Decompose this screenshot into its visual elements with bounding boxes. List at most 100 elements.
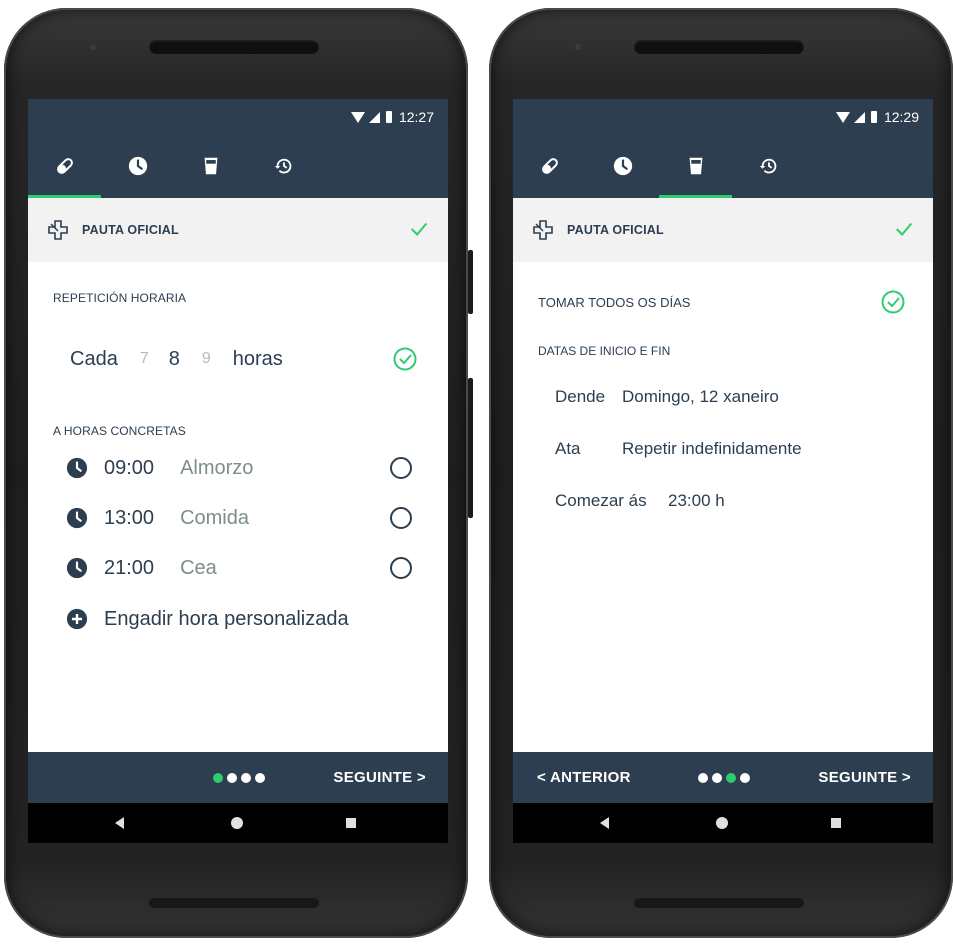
page-dot bbox=[227, 773, 237, 783]
back-icon[interactable] bbox=[600, 817, 609, 829]
page-indicator bbox=[213, 773, 265, 783]
home-icon[interactable] bbox=[231, 817, 243, 829]
time-row[interactable]: 21:00 Cea bbox=[66, 552, 412, 584]
clock-icon bbox=[66, 507, 88, 529]
comezar-value[interactable]: 23:00 h bbox=[668, 491, 725, 511]
time-radio[interactable] bbox=[390, 557, 412, 579]
tab-history[interactable] bbox=[247, 133, 320, 198]
system-nav-bar bbox=[28, 803, 448, 843]
pauta-oficial-row[interactable]: PAUTA OFICIAL bbox=[513, 198, 933, 262]
page-dot bbox=[726, 773, 736, 783]
previous-button[interactable]: < ANTERIOR bbox=[537, 769, 631, 786]
interval-selected-value[interactable]: 8 bbox=[169, 348, 180, 371]
bottom-nav: SEGUINTE > bbox=[28, 752, 448, 803]
time-label: Cea bbox=[180, 556, 217, 579]
time-radio[interactable] bbox=[390, 507, 412, 529]
signal-icon bbox=[368, 111, 380, 123]
time-label: Almorzo bbox=[180, 456, 254, 479]
time-value: 09:00 bbox=[104, 456, 155, 479]
volume-button bbox=[468, 378, 473, 518]
page-dot bbox=[255, 773, 265, 783]
clock-icon bbox=[613, 156, 632, 175]
tab-bar bbox=[513, 133, 933, 198]
ata-value[interactable]: Repetir indefinidamente bbox=[622, 439, 802, 459]
hour-interval-picker[interactable]: Cada 7 8 9 horas bbox=[70, 341, 418, 377]
time-label: Comida bbox=[180, 506, 249, 529]
dende-value[interactable]: Domingo, 12 xaneiro bbox=[622, 387, 779, 407]
page-indicator bbox=[698, 773, 750, 783]
tab-schedule[interactable] bbox=[101, 133, 174, 198]
earpiece-speaker bbox=[149, 40, 319, 54]
clock-icon bbox=[66, 557, 88, 579]
status-bar: 12:27 bbox=[28, 99, 448, 133]
add-custom-time-label: Engadir hora personalizada bbox=[104, 607, 349, 630]
page-dot bbox=[213, 773, 223, 783]
bottom-speaker bbox=[149, 898, 319, 908]
next-button[interactable]: SEGUINTE > bbox=[818, 769, 911, 786]
home-icon[interactable] bbox=[716, 817, 728, 829]
tomar-todos-label[interactable]: TOMAR TODOS OS DÍAS bbox=[538, 295, 690, 310]
time-row[interactable]: 13:00 Comida bbox=[66, 502, 412, 534]
interval-next-option[interactable]: 9 bbox=[202, 350, 211, 368]
tab-medication[interactable] bbox=[513, 133, 586, 198]
check-circle-icon[interactable] bbox=[392, 346, 418, 372]
power-button bbox=[468, 250, 473, 314]
horas-label: horas bbox=[232, 347, 283, 370]
system-nav-bar bbox=[513, 803, 933, 843]
check-circle-icon[interactable] bbox=[880, 289, 906, 315]
page-dot bbox=[698, 773, 708, 783]
phone-frame-left: 12:27 PAUTA OFICIAL REPETICIÓN HORARIA C… bbox=[4, 8, 468, 938]
status-time: 12:27 bbox=[398, 109, 434, 125]
tab-bar bbox=[28, 133, 448, 198]
front-camera bbox=[575, 44, 581, 50]
concretas-title: A HORAS CONCRETAS bbox=[53, 424, 186, 438]
pauta-label: PAUTA OFICIAL bbox=[82, 223, 179, 237]
medical-cross-icon bbox=[533, 220, 553, 240]
tab-dose[interactable] bbox=[659, 133, 732, 198]
pill-icon bbox=[541, 157, 558, 174]
screen-dates: 12:29 PAUTA OFICIAL TOMAR TODOS OS DÍAS bbox=[513, 99, 933, 843]
clock-icon bbox=[66, 457, 88, 479]
tab-medication[interactable] bbox=[28, 133, 101, 198]
page-dot bbox=[712, 773, 722, 783]
history-icon bbox=[759, 158, 776, 173]
screen-frequency: 12:27 PAUTA OFICIAL REPETICIÓN HORARIA C… bbox=[28, 99, 448, 843]
pauta-label: PAUTA OFICIAL bbox=[567, 223, 664, 237]
plus-icon bbox=[66, 608, 88, 630]
add-custom-time-button[interactable]: Engadir hora personalizada bbox=[66, 603, 349, 635]
wifi-icon bbox=[350, 111, 365, 123]
wifi-icon bbox=[835, 111, 850, 123]
time-row[interactable]: 09:00 Almorzo bbox=[66, 452, 412, 484]
comezar-label: Comezar ás bbox=[555, 491, 647, 510]
clock-icon bbox=[128, 156, 147, 175]
front-camera bbox=[90, 44, 96, 50]
medical-cross-icon bbox=[48, 220, 68, 240]
pill-icon bbox=[56, 157, 73, 174]
dende-label: Dende bbox=[555, 387, 606, 406]
back-icon[interactable] bbox=[115, 817, 124, 829]
bottom-speaker bbox=[634, 898, 804, 908]
pauta-oficial-row[interactable]: PAUTA OFICIAL bbox=[28, 198, 448, 262]
glass-icon bbox=[689, 157, 702, 174]
next-button[interactable]: SEGUINTE > bbox=[333, 769, 426, 786]
glass-icon bbox=[204, 157, 217, 174]
recents-icon[interactable] bbox=[346, 818, 356, 828]
status-time: 12:29 bbox=[883, 109, 919, 125]
cada-label: Cada bbox=[70, 347, 118, 370]
time-radio[interactable] bbox=[390, 457, 412, 479]
time-value: 21:00 bbox=[104, 556, 155, 579]
battery-icon bbox=[385, 111, 392, 123]
tab-schedule[interactable] bbox=[586, 133, 659, 198]
tab-history[interactable] bbox=[732, 133, 805, 198]
recents-icon[interactable] bbox=[831, 818, 841, 828]
interval-prev-option[interactable]: 7 bbox=[140, 350, 149, 368]
check-icon bbox=[410, 222, 428, 236]
signal-icon bbox=[853, 111, 865, 123]
time-value: 13:00 bbox=[104, 506, 155, 529]
repeticion-title: REPETICIÓN HORARIA bbox=[53, 291, 187, 305]
check-icon bbox=[895, 222, 913, 236]
status-bar: 12:29 bbox=[513, 99, 933, 133]
datas-title: DATAS DE INICIO E FIN bbox=[538, 344, 671, 358]
page-dot bbox=[740, 773, 750, 783]
tab-dose[interactable] bbox=[174, 133, 247, 198]
